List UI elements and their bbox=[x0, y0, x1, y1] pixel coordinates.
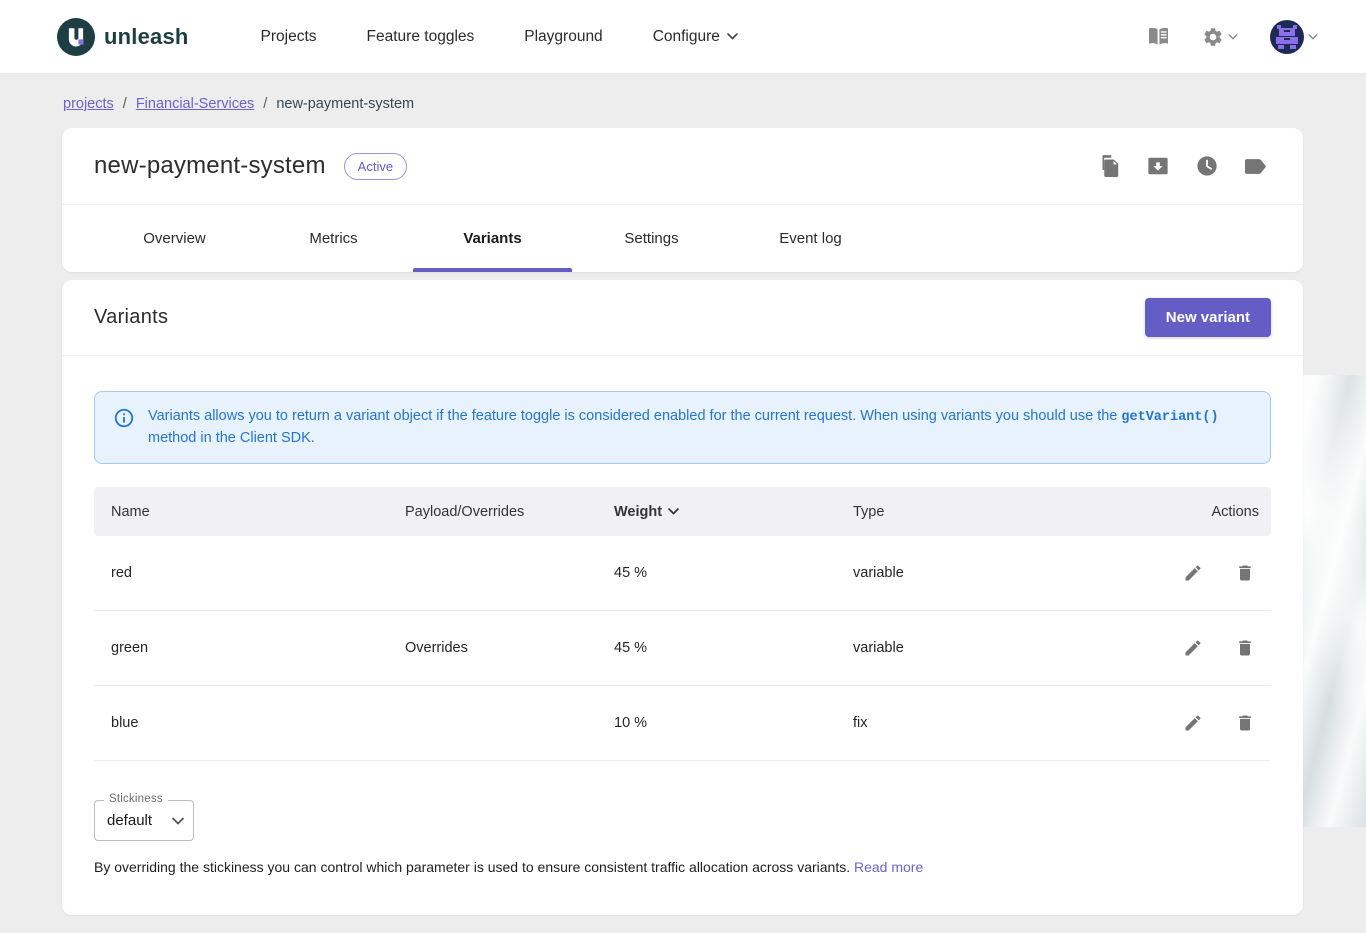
docs-book-icon bbox=[1147, 27, 1170, 46]
column-header-weight[interactable]: Weight bbox=[614, 504, 853, 520]
tab-overview[interactable]: Overview bbox=[95, 205, 254, 272]
variant-actions-cell bbox=[1179, 559, 1271, 587]
breadcrumb-current-page: new-payment-system bbox=[276, 96, 414, 112]
tab-event-log[interactable]: Event log bbox=[731, 205, 890, 272]
variant-type-cell: variable bbox=[853, 565, 1144, 581]
tab-metrics[interactable]: Metrics bbox=[254, 205, 413, 272]
edit-pencil-icon bbox=[1183, 638, 1203, 658]
variant-type-cell: fix bbox=[853, 715, 1144, 731]
info-alert-text: Variants allows you to return a variant … bbox=[148, 406, 1252, 449]
delete-variant-button[interactable] bbox=[1231, 709, 1259, 737]
new-variant-button[interactable]: New variant bbox=[1145, 298, 1271, 337]
unleash-logo-icon bbox=[57, 18, 95, 56]
variants-table-body: red 45 % variable bbox=[94, 536, 1271, 761]
feature-title-row: new-payment-system Active bbox=[62, 128, 1303, 204]
column-header-type[interactable]: Type bbox=[853, 504, 1144, 520]
variant-payload-cell: Overrides bbox=[405, 640, 614, 656]
unleash-logo-text: unleash bbox=[104, 24, 189, 50]
edit-pencil-icon bbox=[1183, 713, 1203, 733]
variant-actions-cell bbox=[1179, 709, 1271, 737]
variants-section-header: Variants New variant bbox=[62, 280, 1303, 356]
breadcrumb-separator: / bbox=[263, 96, 267, 112]
copy-icon bbox=[1099, 155, 1120, 178]
chevron-down-icon bbox=[1308, 34, 1318, 40]
variant-row: green Overrides 45 % variable bbox=[94, 611, 1271, 686]
variant-row: red 45 % variable bbox=[94, 536, 1271, 611]
variant-name-cell: red bbox=[94, 565, 405, 581]
user-profile-button[interactable] bbox=[1266, 16, 1322, 58]
decorative-background-texture bbox=[1303, 375, 1366, 827]
feature-header-card: new-payment-system Active bbox=[62, 128, 1303, 272]
documentation-button[interactable] bbox=[1143, 23, 1174, 50]
chevron-down-icon bbox=[1228, 34, 1238, 40]
feature-title: new-payment-system bbox=[94, 152, 326, 180]
variants-table: Name Payload/Overrides Weight Type Actio… bbox=[94, 487, 1271, 761]
edit-variant-button[interactable] bbox=[1179, 559, 1207, 587]
delete-trash-icon bbox=[1235, 713, 1255, 733]
main-navigation: Projects Feature toggles Playground Conf… bbox=[261, 28, 738, 46]
settings-gear-icon bbox=[1202, 26, 1224, 48]
code-snippet: getVariant() bbox=[1121, 410, 1218, 425]
history-button[interactable] bbox=[1196, 155, 1218, 177]
history-clock-icon bbox=[1196, 155, 1218, 177]
status-badge: Active bbox=[344, 153, 407, 180]
breadcrumb: projects / Financial-Services / new-paym… bbox=[63, 96, 1366, 112]
edit-variant-button[interactable] bbox=[1179, 709, 1207, 737]
variant-actions-cell bbox=[1179, 634, 1271, 662]
breadcrumb-separator: / bbox=[123, 96, 127, 112]
edit-pencil-icon bbox=[1183, 563, 1203, 583]
delete-trash-icon bbox=[1235, 638, 1255, 658]
user-avatar bbox=[1270, 20, 1304, 54]
variant-type-cell: variable bbox=[853, 640, 1144, 656]
stickiness-label: Stickiness bbox=[104, 793, 168, 805]
copy-feature-button[interactable] bbox=[1099, 155, 1120, 178]
chevron-down-icon bbox=[727, 33, 738, 40]
edit-variant-button[interactable] bbox=[1179, 634, 1207, 662]
variant-weight-cell: 45 % bbox=[614, 640, 853, 656]
variant-row: blue 10 % fix bbox=[94, 686, 1271, 761]
variants-section-title: Variants bbox=[94, 306, 168, 329]
navbar-right-actions bbox=[1143, 16, 1322, 58]
sort-desc-icon bbox=[668, 508, 679, 515]
stickiness-value: default bbox=[107, 812, 152, 829]
admin-settings-button[interactable] bbox=[1198, 22, 1242, 52]
nav-feature-toggles[interactable]: Feature toggles bbox=[367, 28, 475, 46]
variants-info-alert: Variants allows you to return a variant … bbox=[94, 391, 1271, 464]
feature-header-actions bbox=[1099, 155, 1267, 178]
variants-card: Variants New variant Variants allows you… bbox=[62, 280, 1303, 915]
delete-variant-button[interactable] bbox=[1231, 559, 1259, 587]
delete-trash-icon bbox=[1235, 563, 1255, 583]
variants-section-body: Variants allows you to return a variant … bbox=[62, 391, 1303, 875]
breadcrumb-projects-link[interactable]: projects bbox=[63, 96, 114, 112]
tag-icon bbox=[1245, 158, 1267, 175]
variant-name-cell: green bbox=[94, 640, 405, 656]
breadcrumb-project-link[interactable]: Financial-Services bbox=[136, 96, 254, 112]
chevron-down-icon bbox=[172, 817, 184, 825]
variant-weight-cell: 10 % bbox=[614, 715, 853, 731]
read-more-link[interactable]: Read more bbox=[854, 859, 923, 875]
feature-tabs: Overview Metrics Variants Settings Event… bbox=[62, 204, 1303, 272]
archive-feature-button[interactable] bbox=[1147, 155, 1169, 177]
column-header-payload[interactable]: Payload/Overrides bbox=[405, 504, 614, 520]
column-header-actions: Actions bbox=[1211, 504, 1271, 520]
top-navbar: unleash Projects Feature toggles Playgro… bbox=[0, 0, 1366, 74]
delete-variant-button[interactable] bbox=[1231, 634, 1259, 662]
tab-variants[interactable]: Variants bbox=[413, 205, 572, 272]
nav-playground[interactable]: Playground bbox=[524, 28, 602, 46]
tab-settings[interactable]: Settings bbox=[572, 205, 731, 272]
variants-table-header: Name Payload/Overrides Weight Type Actio… bbox=[94, 487, 1271, 536]
tag-feature-button[interactable] bbox=[1245, 158, 1267, 175]
archive-icon bbox=[1147, 155, 1169, 177]
stickiness-select[interactable]: Stickiness default bbox=[94, 800, 194, 841]
nav-configure[interactable]: Configure bbox=[653, 28, 738, 46]
variant-weight-cell: 45 % bbox=[614, 565, 853, 581]
stickiness-help-text: By overriding the stickiness you can con… bbox=[94, 859, 1271, 875]
variant-name-cell: blue bbox=[94, 715, 405, 731]
column-header-name[interactable]: Name bbox=[94, 504, 405, 520]
nav-projects[interactable]: Projects bbox=[261, 28, 317, 46]
info-icon bbox=[113, 407, 135, 449]
unleash-logo[interactable]: unleash bbox=[57, 18, 189, 56]
